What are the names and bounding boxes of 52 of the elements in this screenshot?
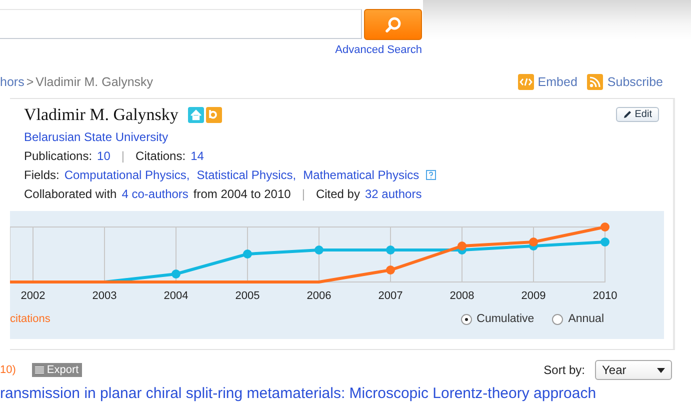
- breadcrumb-separator: >: [26, 75, 34, 89]
- citations-count[interactable]: 14: [190, 149, 204, 163]
- affiliation-link[interactable]: Belarusian State University: [24, 130, 168, 144]
- code-icon: [518, 74, 534, 90]
- pencil-icon: [622, 110, 632, 119]
- mode-radio[interactable]: Cumulative: [460, 313, 534, 325]
- subscribe-link[interactable]: Subscribe: [587, 74, 663, 90]
- field-link[interactable]: Computational Physics,: [64, 168, 190, 182]
- fields-label: Fields:: [24, 168, 60, 182]
- year-label: 2005: [235, 290, 260, 302]
- year-label: 2009: [521, 290, 546, 302]
- year-label: 2003: [92, 290, 117, 302]
- home-icon[interactable]: [188, 107, 204, 123]
- breadcrumb-link[interactable]: hors: [0, 75, 24, 89]
- export-button[interactable]: Export: [32, 363, 82, 377]
- result-count: 10): [0, 364, 16, 376]
- separator: |: [121, 149, 125, 163]
- mode-radio[interactable]: Annual: [552, 313, 604, 325]
- rss-icon: [587, 74, 604, 90]
- field-link[interactable]: Statistical Physics,: [196, 168, 296, 182]
- year-label: 2006: [306, 290, 332, 302]
- year-label: 2007: [378, 290, 403, 302]
- field-link[interactable]: Mathematical Physics: [303, 168, 420, 182]
- publications-count[interactable]: 10: [97, 149, 110, 163]
- caret-icon: [657, 368, 665, 372]
- year-label: 2010: [592, 290, 618, 302]
- collaboration-text: from 2004 to 2010: [193, 187, 291, 201]
- cited-by-link[interactable]: 32 authors: [364, 187, 422, 201]
- advanced-search-link[interactable]: Advanced Search: [335, 44, 422, 56]
- search-field[interactable]: [0, 9, 362, 39]
- year-label: 2004: [164, 290, 188, 302]
- sort-select[interactable]: Year: [595, 360, 672, 380]
- legend-label: citations: [10, 313, 50, 325]
- embed-link[interactable]: Embed: [518, 74, 578, 90]
- list-icon: [34, 366, 44, 374]
- publication-title-link[interactable]: ransmission in planar chiral split-ring metamaterials: Microscopic Lorentz-theory approach: [0, 385, 691, 402]
- coauthors-link[interactable]: 4 co-authors: [122, 187, 188, 201]
- author-name: Vladimir M. Galynsky: [24, 105, 178, 125]
- year-label: 2002: [20, 290, 46, 302]
- cited-by-text: Cited by: [316, 187, 360, 201]
- citations-label: Citations:: [136, 149, 186, 163]
- publications-label: Publications:: [24, 149, 92, 163]
- sort-label: Sort by:: [544, 363, 585, 377]
- year-label: 2008: [450, 290, 474, 302]
- blog-icon[interactable]: [206, 107, 222, 123]
- separator: |: [302, 187, 305, 201]
- search-button[interactable]: [364, 9, 422, 40]
- edit-button[interactable]: Edit: [616, 107, 659, 122]
- search-icon: [384, 16, 402, 34]
- help-icon[interactable]: [426, 170, 436, 180]
- collaboration-text: Collaborated with: [24, 187, 117, 201]
- breadcrumb-current: Vladimir M. Galynsky: [36, 75, 154, 89]
